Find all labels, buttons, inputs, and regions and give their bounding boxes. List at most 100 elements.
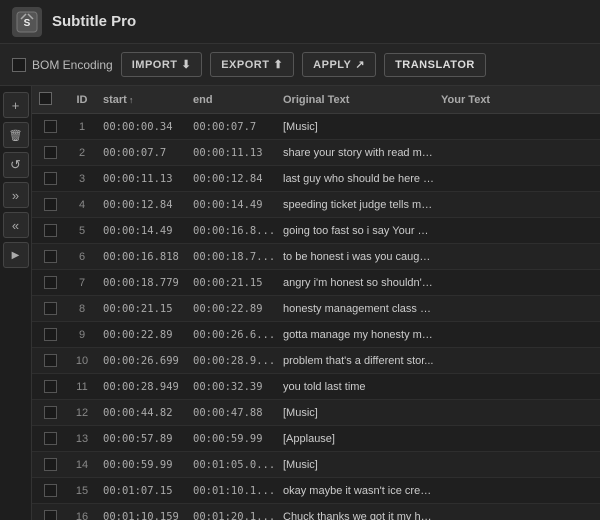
table-body: 1 00:00:00.34 00:00:07.7 [Music] 2 00:00… bbox=[32, 114, 600, 520]
row-checkbox[interactable] bbox=[44, 510, 57, 520]
row-id: 3 bbox=[64, 173, 100, 185]
forward-icon: » bbox=[12, 188, 19, 203]
table-row: 5 00:00:14.49 00:00:16.8... going too fa… bbox=[32, 218, 600, 244]
row-end: 00:00:26.6... bbox=[190, 329, 280, 341]
row-checkbox[interactable] bbox=[44, 328, 57, 341]
delete-button[interactable]: 🗑 bbox=[3, 122, 29, 148]
row-start: 00:00:26.699 bbox=[100, 355, 190, 367]
row-end: 00:00:18.7... bbox=[190, 251, 280, 263]
row-start: 00:00:18.779 bbox=[100, 277, 190, 289]
app-logo: S bbox=[12, 7, 42, 37]
col-id: ID bbox=[64, 94, 100, 106]
row-id: 4 bbox=[64, 199, 100, 211]
translator-button[interactable]: TRANSLATOR bbox=[384, 53, 486, 77]
row-checkbox-cell bbox=[36, 198, 64, 211]
row-checkbox-cell bbox=[36, 172, 64, 185]
row-end: 00:01:10.1... bbox=[190, 485, 280, 497]
row-original-text: gotta manage my honesty mm... bbox=[280, 329, 438, 341]
row-id: 2 bbox=[64, 147, 100, 159]
row-checkbox[interactable] bbox=[44, 380, 57, 393]
header-checkbox[interactable] bbox=[39, 92, 52, 105]
row-id: 9 bbox=[64, 329, 100, 341]
row-checkbox[interactable] bbox=[44, 146, 57, 159]
row-checkbox-cell bbox=[36, 510, 64, 520]
row-checkbox[interactable] bbox=[44, 276, 57, 289]
row-start: 00:00:21.15 bbox=[100, 303, 190, 315]
add-button[interactable]: + bbox=[3, 92, 29, 118]
row-checkbox[interactable] bbox=[44, 458, 57, 471]
import-button[interactable]: IMPORT ⬇ bbox=[121, 52, 203, 77]
row-id: 12 bbox=[64, 407, 100, 419]
row-id: 5 bbox=[64, 225, 100, 237]
row-original-text: [Music] bbox=[280, 407, 438, 419]
back-button[interactable]: « bbox=[3, 212, 29, 238]
row-id: 15 bbox=[64, 485, 100, 497]
row-id: 16 bbox=[64, 511, 100, 520]
row-end: 00:00:16.8... bbox=[190, 225, 280, 237]
refresh-button[interactable]: ↺ bbox=[3, 152, 29, 178]
export-icon: ⬆ bbox=[273, 58, 283, 71]
row-checkbox-cell bbox=[36, 250, 64, 263]
row-checkbox[interactable] bbox=[44, 354, 57, 367]
row-id: 8 bbox=[64, 303, 100, 315]
row-original-text: going too fast so i say Your Ho... bbox=[280, 225, 438, 237]
row-checkbox-cell bbox=[36, 224, 64, 237]
row-end: 00:00:32.39 bbox=[190, 381, 280, 393]
row-checkbox[interactable] bbox=[44, 120, 57, 133]
table-row: 7 00:00:18.779 00:00:21.15 angry i'm hon… bbox=[32, 270, 600, 296]
row-id: 10 bbox=[64, 355, 100, 367]
main-container: + 🗑 ↺ » « ▶ ID start ↑ end O bbox=[0, 86, 600, 520]
row-checkbox[interactable] bbox=[44, 432, 57, 445]
title-bar: S Subtitle Pro bbox=[0, 0, 600, 44]
row-id: 7 bbox=[64, 277, 100, 289]
play-button[interactable]: ▶ bbox=[3, 242, 29, 268]
row-end: 00:00:12.84 bbox=[190, 173, 280, 185]
import-icon: ⬇ bbox=[182, 58, 192, 71]
forward-button[interactable]: » bbox=[3, 182, 29, 208]
bom-checkbox[interactable] bbox=[12, 58, 26, 72]
row-checkbox[interactable] bbox=[44, 484, 57, 497]
add-icon: + bbox=[12, 98, 20, 113]
row-checkbox-cell bbox=[36, 354, 64, 367]
col-start: start ↑ bbox=[100, 94, 190, 106]
table-row: 10 00:00:26.699 00:00:28.9... problem th… bbox=[32, 348, 600, 374]
row-start: 00:00:22.89 bbox=[100, 329, 190, 341]
row-end: 00:00:28.9... bbox=[190, 355, 280, 367]
svg-text:S: S bbox=[24, 18, 31, 29]
row-start: 00:00:59.99 bbox=[100, 459, 190, 471]
row-original-text: last guy who should be here si... bbox=[280, 173, 438, 185]
row-start: 00:01:07.15 bbox=[100, 485, 190, 497]
row-checkbox[interactable] bbox=[44, 198, 57, 211]
apply-button[interactable]: APPLY ↗ bbox=[302, 52, 376, 77]
row-checkbox[interactable] bbox=[44, 406, 57, 419]
row-checkbox[interactable] bbox=[44, 172, 57, 185]
row-checkbox-cell bbox=[36, 276, 64, 289]
export-button[interactable]: EXPORT ⬆ bbox=[210, 52, 294, 77]
row-id: 13 bbox=[64, 433, 100, 445]
row-original-text: problem that's a different stor... bbox=[280, 355, 438, 367]
table-row: 16 00:01:10.159 00:01:20.1... Chuck than… bbox=[32, 504, 600, 520]
bom-encoding-label[interactable]: BOM Encoding bbox=[12, 58, 113, 72]
row-checkbox[interactable] bbox=[44, 250, 57, 263]
row-original-text: [Applause] bbox=[280, 433, 438, 445]
col-end: end bbox=[190, 94, 280, 106]
row-checkbox-cell bbox=[36, 146, 64, 159]
row-original-text: honesty management class be... bbox=[280, 303, 438, 315]
row-start: 00:00:28.949 bbox=[100, 381, 190, 393]
table-row: 8 00:00:21.15 00:00:22.89 honesty manage… bbox=[32, 296, 600, 322]
row-original-text: Chuck thanks we got it my ho... bbox=[280, 511, 438, 520]
row-end: 00:00:21.15 bbox=[190, 277, 280, 289]
row-checkbox-cell bbox=[36, 406, 64, 419]
row-original-text: to be honest i was you caught ... bbox=[280, 251, 438, 263]
row-checkbox[interactable] bbox=[44, 224, 57, 237]
table-row: 2 00:00:07.7 00:00:11.13 share your stor… bbox=[32, 140, 600, 166]
row-checkbox-cell bbox=[36, 120, 64, 133]
row-checkbox[interactable] bbox=[44, 302, 57, 315]
row-start: 00:01:10.159 bbox=[100, 511, 190, 520]
play-icon: ▶ bbox=[12, 250, 20, 261]
row-end: 00:00:14.49 bbox=[190, 199, 280, 211]
row-checkbox-cell bbox=[36, 380, 64, 393]
row-start: 00:00:07.7 bbox=[100, 147, 190, 159]
row-id: 1 bbox=[64, 121, 100, 133]
app-title: Subtitle Pro bbox=[52, 13, 136, 30]
